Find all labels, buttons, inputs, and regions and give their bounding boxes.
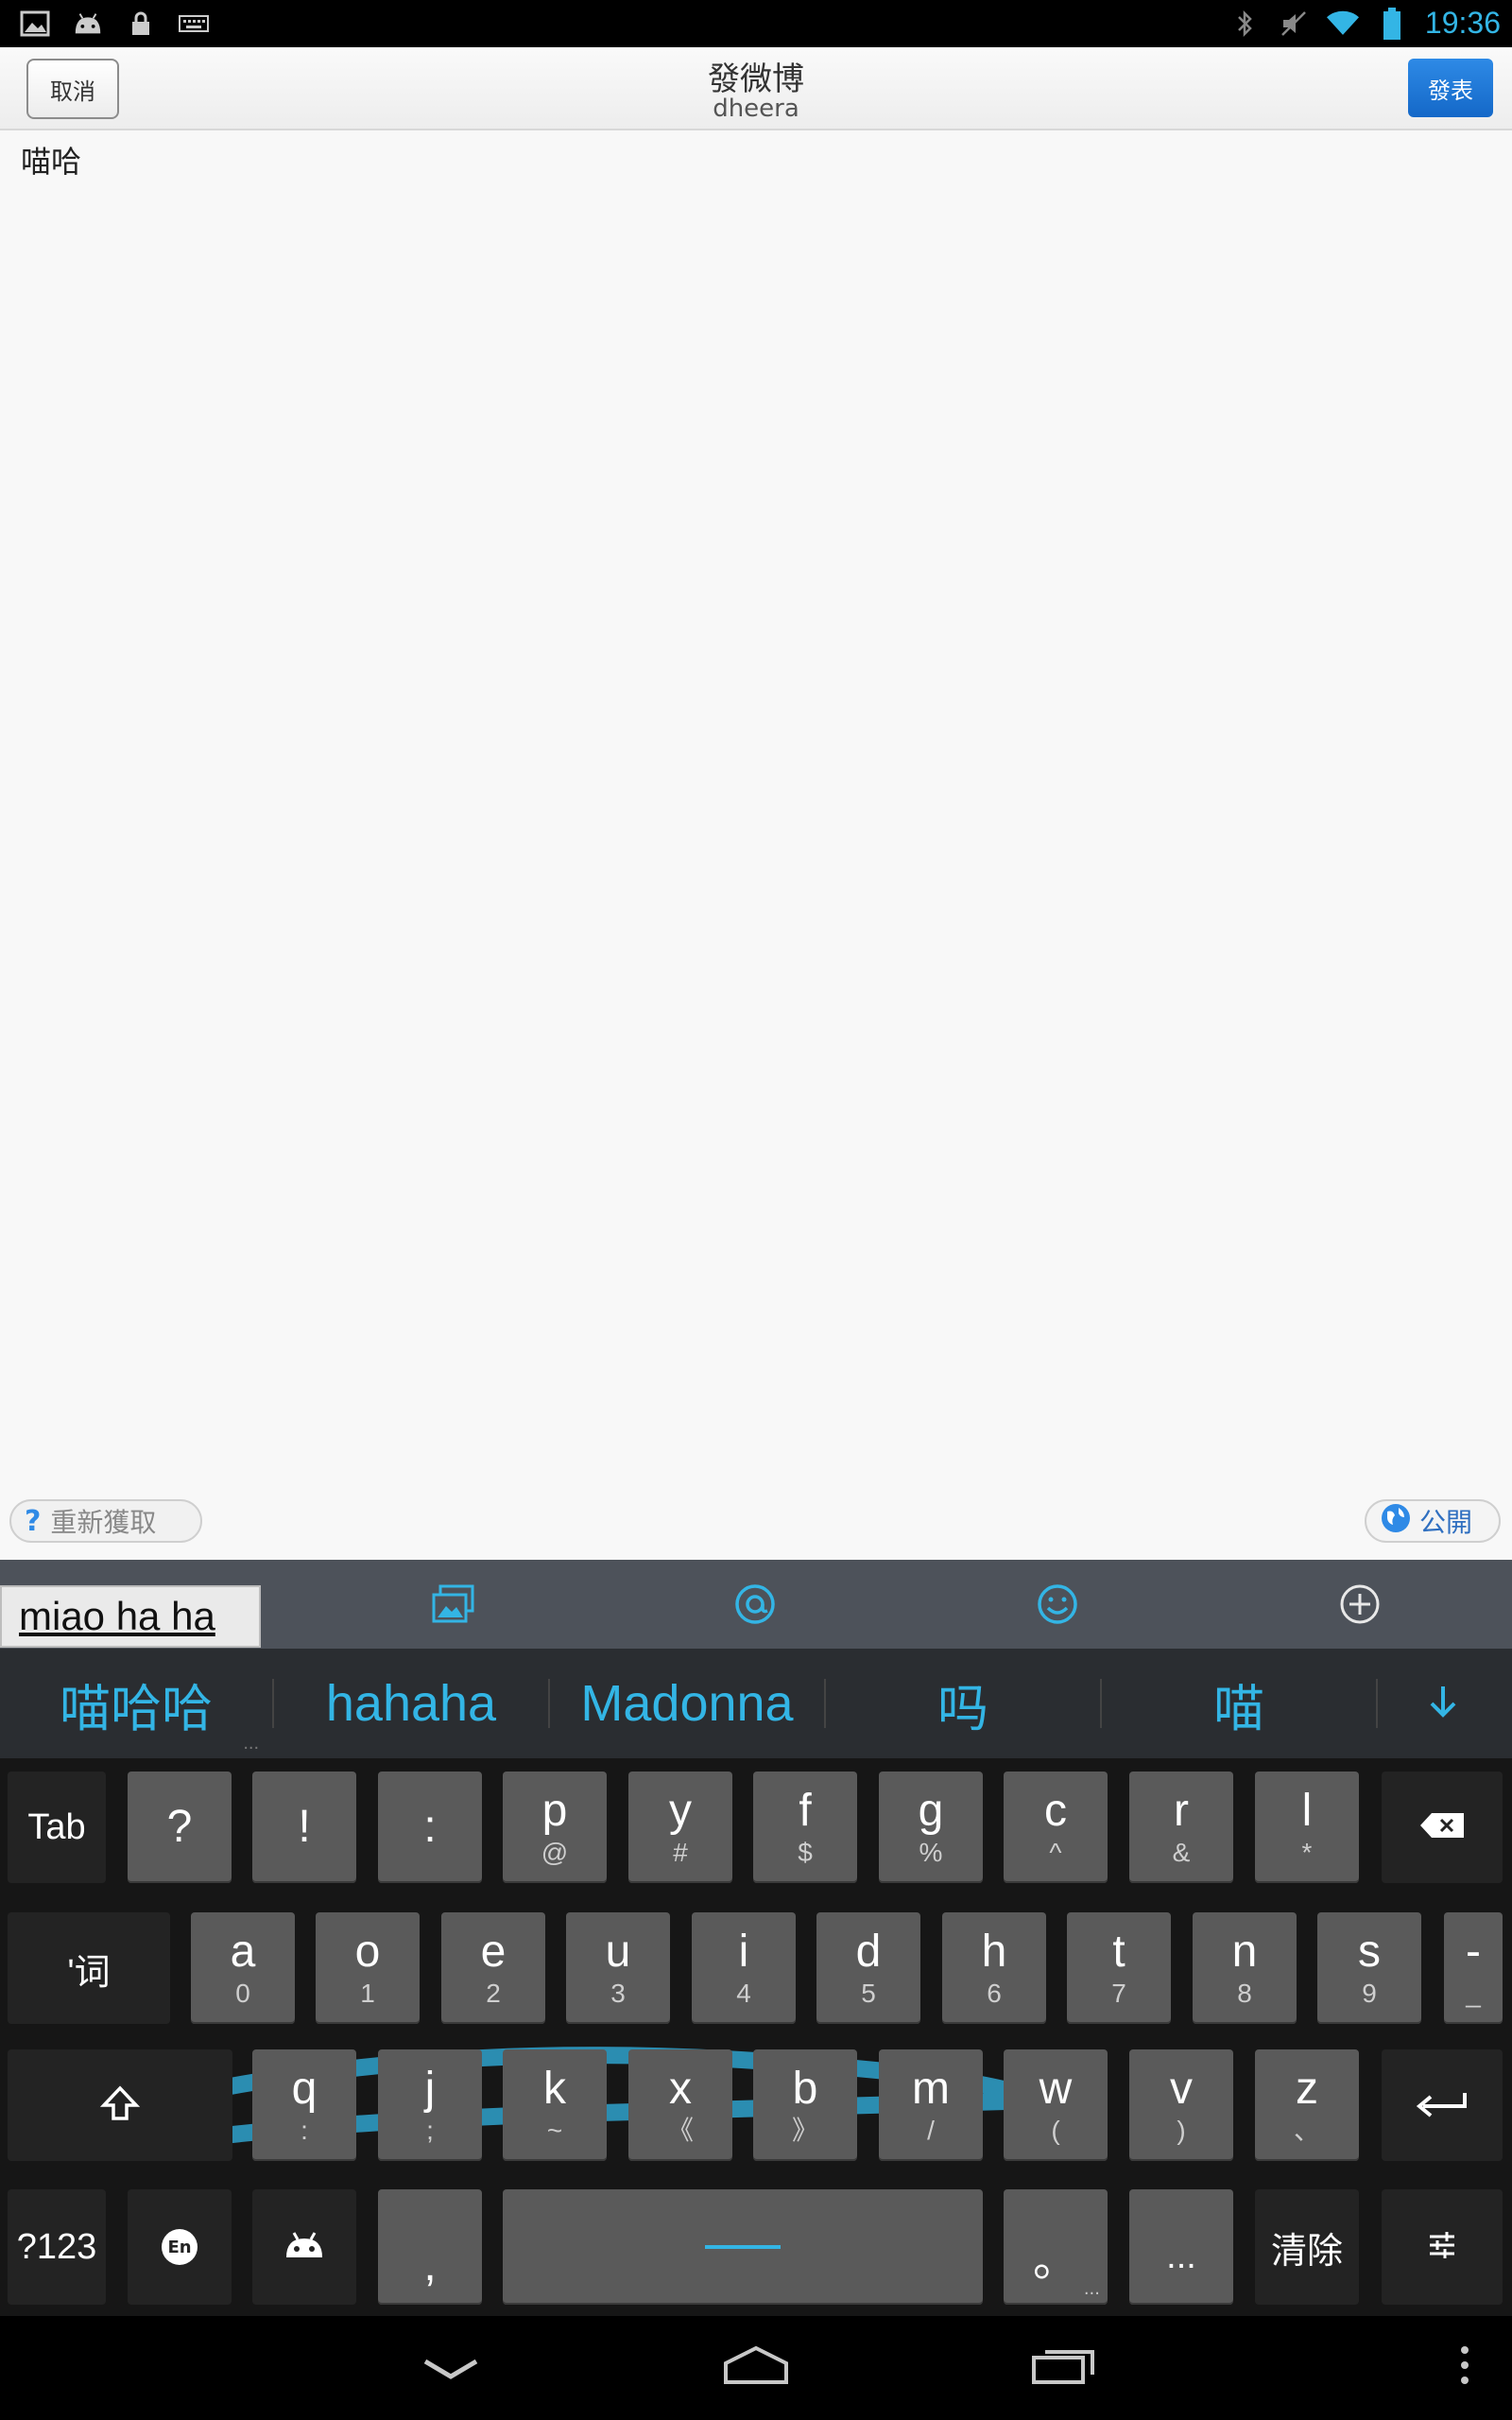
expand-candidates-button[interactable] — [1378, 1649, 1508, 1758]
more-candidates-marker: ... — [243, 1733, 259, 1754]
key-x[interactable]: x 《 — [628, 2049, 732, 2161]
key-q[interactable]: q: — [252, 2049, 356, 2161]
help-icon: ? — [25, 1504, 42, 1538]
settings-sliders-icon — [1426, 2229, 1458, 2265]
candidate-label: 喵哈哈 — [60, 1680, 213, 1737]
key-z[interactable]: z、 — [1255, 2049, 1359, 2161]
key-label: q — [291, 2064, 318, 2114]
candidate-item[interactable]: 吗 — [826, 1649, 1100, 1758]
key-w[interactable]: w( — [1004, 2049, 1108, 2161]
visibility-button[interactable]: 公開 — [1365, 1499, 1501, 1543]
wifi-icon — [1326, 8, 1359, 40]
candidate-item[interactable]: 喵哈哈 ... — [0, 1649, 272, 1758]
key-k[interactable]: k ~ — [503, 2049, 607, 2161]
menu-icon[interactable] — [1459, 2344, 1470, 2390]
account-name: dheera — [713, 95, 799, 123]
settings-key[interactable] — [1382, 2189, 1503, 2305]
image-icon[interactable] — [430, 1581, 477, 1628]
gallery-icon — [19, 8, 51, 40]
post-button[interactable]: 發表 — [1408, 59, 1493, 117]
period-key[interactable]: 。 ... — [1004, 2189, 1108, 2305]
space-indicator — [705, 2245, 781, 2249]
candidate-item[interactable]: Madonna — [550, 1649, 824, 1758]
key-sub-label: ~ — [546, 2116, 563, 2145]
enter-icon — [1416, 2089, 1469, 2121]
enter-key[interactable] — [1382, 2049, 1503, 2161]
lock-icon — [125, 8, 157, 40]
key-b[interactable]: b 》 — [753, 2049, 857, 2161]
emoji-icon[interactable] — [1034, 1581, 1081, 1628]
comma-key[interactable]: , — [378, 2189, 482, 2305]
keyboard-icon — [178, 8, 210, 40]
language-label: En — [167, 2237, 192, 2257]
key-label: k — [543, 2064, 566, 2114]
plus-icon[interactable] — [1336, 1581, 1383, 1628]
key-j[interactable]: j; — [378, 2049, 482, 2161]
key-label: b — [792, 2064, 818, 2114]
key-sub-label: 、 — [1293, 2116, 1320, 2145]
candidate-item[interactable]: 喵 — [1102, 1649, 1376, 1758]
clock: 19:36 — [1424, 6, 1501, 40]
key-sub-label: ( — [1051, 2116, 1060, 2145]
key-more-marker: ... — [1083, 2279, 1100, 2299]
key-sub-label: ; — [426, 2116, 434, 2145]
refetch-location-button[interactable]: ? 重新獲取 — [9, 1499, 202, 1543]
language-key[interactable]: En — [128, 2189, 232, 2305]
mute-icon — [1278, 8, 1310, 40]
key-label: m — [912, 2064, 950, 2114]
shift-icon — [99, 2084, 141, 2126]
candidate-item[interactable]: hahaha — [274, 1649, 548, 1758]
ellipsis-key[interactable]: ... — [1129, 2189, 1233, 2305]
space-key[interactable] — [503, 2189, 983, 2305]
key-sub-label: 《 — [666, 2116, 694, 2145]
key-label: j — [424, 2064, 436, 2114]
android-icon — [72, 8, 104, 40]
key-label: x — [669, 2064, 692, 2114]
refetch-label: 重新獲取 — [50, 1507, 157, 1538]
visibility-label: 公開 — [1419, 1507, 1473, 1538]
battery-icon — [1376, 7, 1408, 40]
emoji-android-key[interactable] — [252, 2189, 356, 2305]
status-bar: 19:36 — [0, 0, 1512, 47]
key-label: ... — [1166, 2236, 1196, 2276]
compose-text[interactable]: 喵哈 — [21, 138, 81, 182]
key-label: ?123 — [16, 2226, 97, 2267]
key-sub-label: ) — [1177, 2116, 1186, 2145]
key-sub-label: : — [301, 2116, 308, 2145]
key-label: , — [423, 2240, 437, 2290]
back-icon[interactable] — [421, 2358, 480, 2386]
bluetooth-icon — [1228, 8, 1261, 40]
key-sub-label: 》 — [791, 2116, 818, 2145]
key-label: z — [1296, 2064, 1318, 2114]
composing-text-value: miao ha ha — [19, 1594, 215, 1638]
globe-icon — [1380, 1502, 1412, 1541]
key-v[interactable]: v) — [1129, 2049, 1233, 2161]
key-label: v — [1170, 2064, 1193, 2114]
android-icon — [283, 2229, 326, 2265]
symbols-key[interactable]: ?123 — [8, 2189, 106, 2305]
compose-area[interactable]: 喵哈 — [0, 132, 1512, 1560]
key-label: 清除 — [1270, 2231, 1343, 2272]
key-m[interactable]: m / — [879, 2049, 983, 2161]
candidate-label: 吗 — [937, 1680, 988, 1737]
action-bar: 取消 發微博 dheera 發表 — [0, 47, 1512, 130]
navigation-bar — [0, 2316, 1512, 2420]
language-icon: En — [162, 2229, 198, 2265]
key-label: w — [1039, 2064, 1073, 2114]
clear-key[interactable]: 清除 — [1255, 2189, 1359, 2305]
recents-icon[interactable] — [1030, 2344, 1096, 2390]
key-sub-label: / — [927, 2116, 935, 2145]
at-icon[interactable] — [731, 1581, 779, 1628]
key-label: 。 — [1032, 2236, 1078, 2286]
shift-key[interactable] — [8, 2049, 232, 2161]
candidate-label: hahaha — [325, 1675, 497, 1732]
candidate-bar: 喵哈哈 ... hahaha Madonna 吗 喵 — [0, 1649, 1512, 1758]
candidate-label: Madonna — [580, 1675, 794, 1732]
page-title: 發微博 — [708, 60, 804, 98]
composing-text: miao ha ha — [0, 1585, 261, 1648]
candidate-label: 喵 — [1213, 1680, 1264, 1737]
home-icon[interactable] — [722, 2344, 790, 2390]
keyboard: Tab ? ! : p @ y # f $ g% c ^ r & l * '词 a0 o1 … — [0, 1758, 1512, 2316]
arrow-down-icon — [1424, 1674, 1462, 1733]
